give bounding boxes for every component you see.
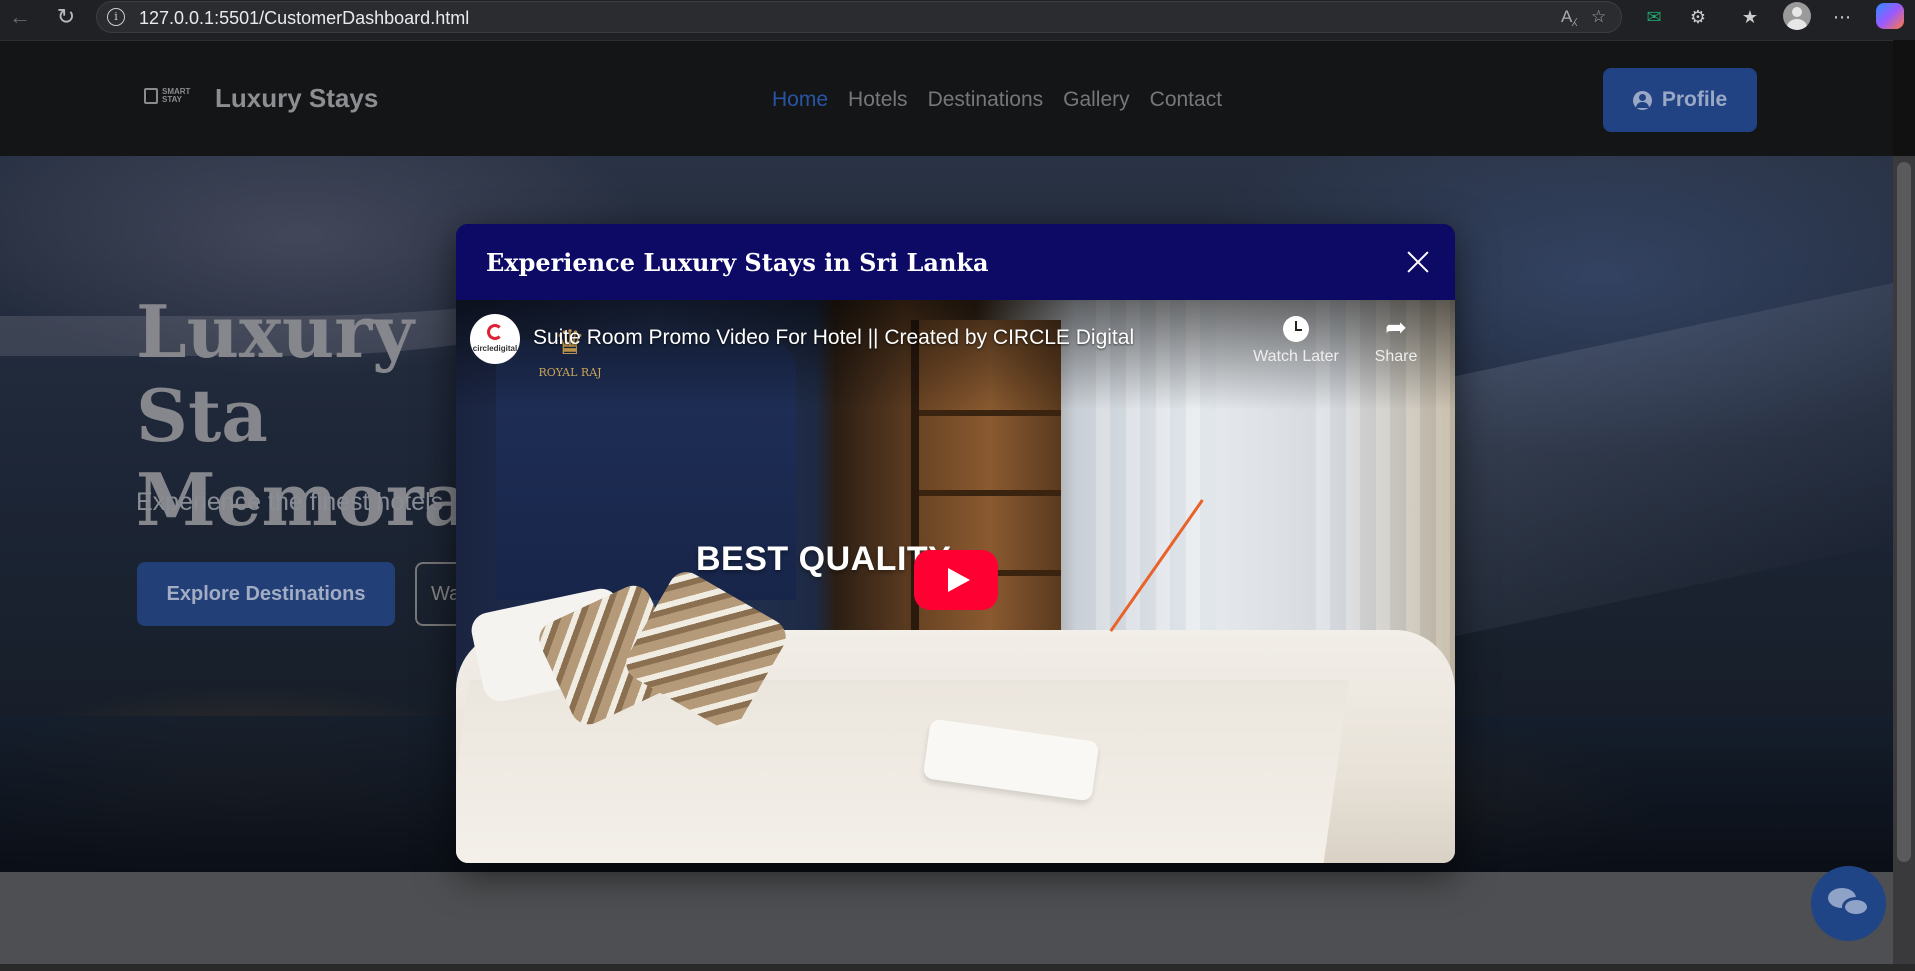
chat-button[interactable] [1811, 866, 1886, 941]
modal-header: Experience Luxury Stays in Sri Lanka [456, 224, 1455, 300]
back-icon[interactable]: ← [6, 3, 34, 31]
share-label: Share [1374, 348, 1418, 365]
browser-profile-icon[interactable] [1783, 2, 1811, 30]
nav-item-contact[interactable]: Contact [1150, 88, 1222, 112]
brand-name[interactable]: Luxury Stays [215, 83, 378, 114]
favorites-icon[interactable]: ★ [1736, 4, 1764, 30]
page-content-below [0, 872, 1893, 964]
nav-item-home[interactable]: Home [772, 88, 828, 112]
favorite-star-icon[interactable]: ☆ [1591, 7, 1606, 27]
share-button[interactable]: Share [1346, 312, 1446, 366]
channel-avatar[interactable]: circledigital [470, 314, 520, 364]
extension-mail-icon[interactable]: ✉ [1640, 4, 1668, 30]
share-icon [1383, 312, 1409, 343]
site-header: SMART STAY Luxury Stays Home Hotels Dest… [0, 40, 1893, 156]
close-icon[interactable] [1402, 246, 1434, 278]
nav-item-gallery[interactable]: Gallery [1063, 88, 1130, 112]
youtube-video-player[interactable]: circledigital ♛ ROYAL RAJ Suite Room Pro… [456, 300, 1455, 863]
hero-subtitle: Experience the finest hotels [136, 488, 444, 516]
page-viewport: SMART STAY Luxury Stays Home Hotels Dest… [0, 40, 1915, 964]
extensions-icon[interactable]: ⚙ [1684, 4, 1712, 30]
video-title[interactable]: Suite Room Promo Video For Hotel || Crea… [533, 326, 1134, 350]
reload-icon[interactable]: ↻ [52, 3, 80, 31]
nav-item-hotels[interactable]: Hotels [848, 88, 908, 112]
url-text[interactable]: 127.0.0.1:5501/CustomerDashboard.html [139, 8, 469, 29]
watch-later-button[interactable]: Watch Later [1246, 316, 1346, 366]
browser-toolbar: ← ↻ i 127.0.0.1:5501/CustomerDashboard.h… [0, 0, 1915, 40]
clock-icon [1283, 316, 1309, 342]
modal-title: Experience Luxury Stays in Sri Lanka [486, 248, 989, 277]
window-bottom-edge [0, 964, 1915, 971]
chat-bubble-icon-secondary [1842, 897, 1870, 917]
copilot-icon[interactable] [1876, 3, 1904, 29]
read-aloud-icon[interactable]: A⁁ [1561, 7, 1577, 27]
play-icon[interactable] [914, 550, 998, 610]
address-bar[interactable]: i 127.0.0.1:5501/CustomerDashboard.html … [96, 1, 1622, 33]
more-options-icon[interactable]: ⋯ [1828, 4, 1856, 30]
site-info-icon[interactable]: i [107, 8, 125, 26]
watch-later-label: Watch Later [1253, 348, 1339, 365]
page-scrollbar[interactable] [1893, 156, 1915, 964]
video-modal: Experience Luxury Stays in Sri Lanka cir [456, 224, 1455, 863]
nav-item-destinations[interactable]: Destinations [928, 88, 1044, 112]
user-circle-icon [1632, 90, 1652, 110]
scrollbar-thumb[interactable] [1897, 162, 1911, 862]
main-menu: Home Hotels Destinations Gallery Contact [772, 88, 1222, 112]
profile-label: Profile [1661, 88, 1728, 111]
profile-button[interactable]: Profile [1603, 68, 1757, 132]
explore-destinations-button[interactable]: Explore Destinations [137, 562, 395, 626]
logo-icon[interactable]: SMART STAY [144, 86, 190, 110]
